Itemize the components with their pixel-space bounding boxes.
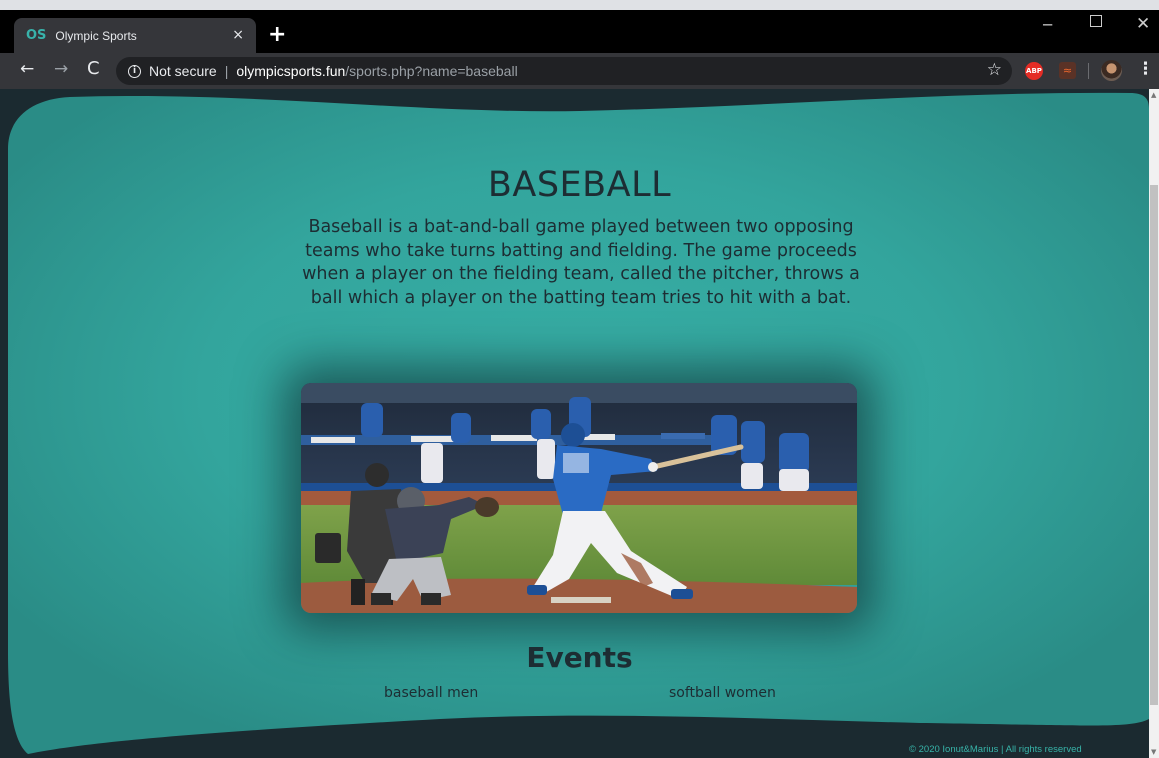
tab-close-icon[interactable]: × — [232, 27, 244, 43]
event-link-softball-women[interactable]: softball women — [669, 685, 776, 701]
window-top-edge — [0, 0, 1159, 10]
vertical-scrollbar[interactable]: ▲ ▼ — [1149, 89, 1159, 758]
sport-photo — [301, 383, 857, 613]
reload-icon[interactable]: C — [87, 58, 100, 79]
page-title: BASEBALL — [487, 165, 672, 205]
sport-description: Baseball is a bat-and-ball game played b… — [302, 217, 860, 308]
minimize-icon[interactable]: ─ — [1043, 16, 1052, 34]
footer-copyright: © 2020 Ionut&Marius | All rights reserve… — [909, 744, 1082, 755]
browser-toolbar: ← → C i Not secure | olympicsports.fun/s… — [0, 53, 1159, 89]
extension-icon[interactable]: ≈ — [1059, 62, 1076, 79]
address-bar[interactable]: i Not secure | olympicsports.fun/sports.… — [116, 57, 1012, 85]
events-title: Events — [526, 641, 633, 674]
toolbar-divider — [1088, 63, 1089, 79]
event-link-baseball-men[interactable]: baseball men — [384, 685, 478, 701]
url-path[interactable]: /sports.php?name=baseball — [345, 63, 517, 79]
tab-title: Olympic Sports — [55, 28, 137, 43]
adblock-extension-icon[interactable]: ABP — [1025, 62, 1043, 80]
scroll-up-arrow-icon[interactable]: ▲ — [1151, 91, 1156, 99]
new-tab-button[interactable]: + — [268, 24, 286, 46]
info-icon[interactable]: i — [128, 64, 141, 78]
tab-olympic-sports[interactable]: OS Olympic Sports × — [14, 18, 256, 53]
tab-favicon-icon: OS — [26, 28, 47, 43]
close-window-icon[interactable]: ✕ — [1136, 14, 1150, 34]
scrollbar-thumb[interactable] — [1150, 185, 1158, 705]
scroll-down-arrow-icon[interactable]: ▼ — [1151, 748, 1156, 756]
tab-strip: OS Olympic Sports × + ─ ✕ — [0, 10, 1159, 53]
forward-icon[interactable]: → — [54, 59, 68, 79]
back-icon[interactable]: ← — [20, 59, 34, 79]
profile-avatar[interactable] — [1101, 60, 1122, 81]
security-label[interactable]: Not secure — [149, 63, 217, 79]
maximize-icon[interactable] — [1090, 15, 1102, 27]
baseball-photo-illustration — [301, 383, 857, 613]
url-host[interactable]: olympicsports.fun — [236, 63, 345, 79]
bookmark-star-icon[interactable]: ☆ — [987, 60, 1002, 80]
address-separator: | — [224, 63, 229, 79]
page-viewport: BASEBALL Baseball is a bat-and-ball game… — [0, 89, 1149, 758]
menu-dots-icon[interactable]: ⋮ — [1137, 59, 1154, 79]
